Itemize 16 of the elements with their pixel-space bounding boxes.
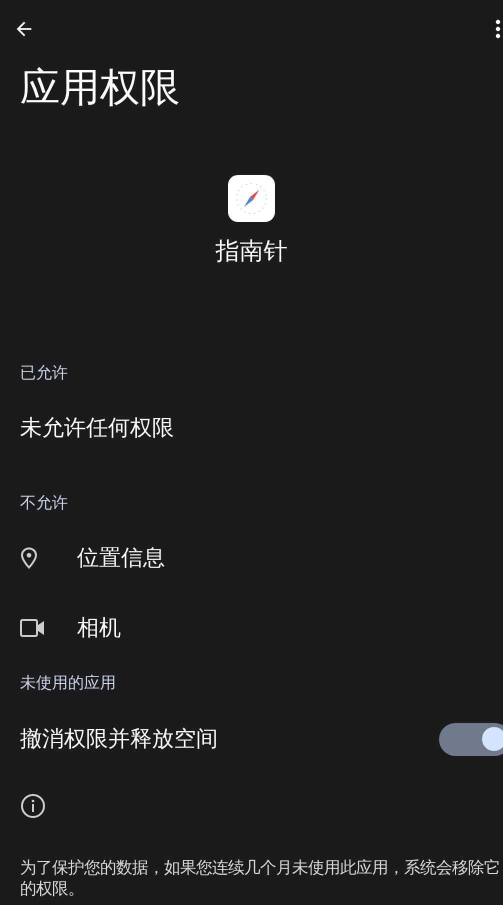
- section-header: 已允许: [20, 362, 68, 384]
- compass-app-icon: [228, 175, 275, 222]
- location-pin-icon: [20, 547, 38, 569]
- setting-label: 撤消权限并释放空间: [20, 726, 218, 754]
- section-header: 不允许: [20, 492, 68, 514]
- more-options-icon[interactable]: [495, 19, 501, 39]
- video-camera-icon: [20, 619, 45, 637]
- app-name: 指南针: [216, 239, 288, 263]
- permission-item[interactable]: 位置信息: [77, 542, 165, 574]
- permission-item[interactable]: 相机: [77, 612, 121, 644]
- info-icon: [20, 793, 46, 819]
- section-header: 未使用的应用: [20, 672, 116, 694]
- info-text: 为了保护您的数据，如果您连续几个月未使用此应用，系统会移除它的权限。: [19, 857, 501, 899]
- toggle-switch[interactable]: [439, 722, 503, 756]
- page-title: 应用权限: [20, 68, 180, 108]
- empty-permissions-text: 未允许任何权限: [20, 414, 174, 442]
